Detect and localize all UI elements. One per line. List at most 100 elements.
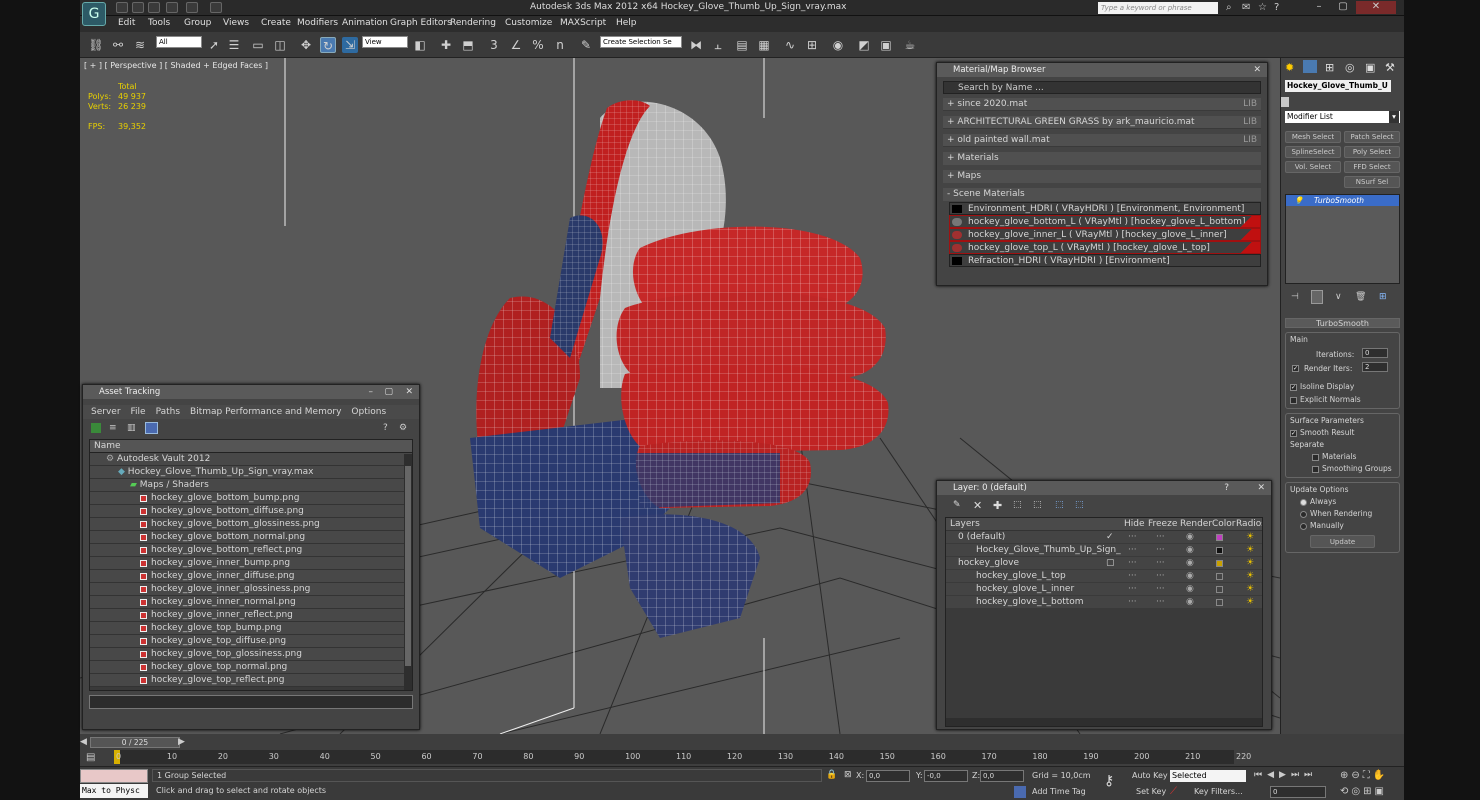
- minimize-button[interactable]: –: [1308, 1, 1330, 14]
- menu-help[interactable]: Help: [616, 18, 637, 28]
- favorites-icon[interactable]: ☆: [1258, 2, 1267, 13]
- project-folder-icon[interactable]: [210, 2, 222, 13]
- unlink-icon[interactable]: ⚯: [110, 37, 126, 53]
- app-logo-icon[interactable]: G: [82, 2, 106, 26]
- hide-toggle-icon[interactable]: ···: [1128, 557, 1137, 569]
- freeze-toggle-icon[interactable]: ···: [1156, 570, 1165, 582]
- render-toggle-icon[interactable]: ◉: [1186, 557, 1194, 569]
- configure-sets-icon[interactable]: ⊞: [1379, 292, 1387, 302]
- display-tab-icon[interactable]: ▣: [1365, 61, 1375, 74]
- map-file-row[interactable]: hockey_glove_bottom_diffuse.png: [90, 505, 412, 518]
- ribbon-icon[interactable]: ▦: [756, 37, 772, 53]
- schematic-view-icon[interactable]: ⊞: [804, 37, 820, 53]
- object-color-swatch[interactable]: [1281, 97, 1289, 107]
- track-bar-icon[interactable]: ▤: [86, 752, 95, 763]
- window-crossing-icon[interactable]: ◫: [272, 37, 288, 53]
- pin-stack-icon[interactable]: ⊣: [1291, 292, 1299, 302]
- poly-select-button[interactable]: Poly Select: [1344, 146, 1400, 158]
- radiosity-icon[interactable]: ☀: [1246, 557, 1254, 569]
- menu-rendering[interactable]: Rendering: [450, 18, 496, 28]
- map-file-row[interactable]: hockey_glove_bottom_glossiness.png: [90, 518, 412, 531]
- radiosity-icon[interactable]: ☀: [1246, 583, 1254, 595]
- vol-select-button[interactable]: Vol. Select: [1285, 161, 1341, 173]
- maxscript-listener-pink[interactable]: [80, 769, 148, 783]
- smooth-result-checkbox[interactable]: ✓: [1290, 429, 1297, 437]
- set-key-icon[interactable]: ⟋: [1170, 786, 1177, 797]
- spinner-snap-icon[interactable]: n: [552, 37, 568, 53]
- asset-menu-paths[interactable]: Paths: [156, 405, 180, 419]
- set-key-button[interactable]: Set Key: [1136, 787, 1166, 796]
- remove-modifier-icon[interactable]: 🗑: [1355, 292, 1366, 302]
- smoothing-groups-checkbox[interactable]: [1312, 465, 1319, 473]
- render-toggle-icon[interactable]: ◉: [1186, 596, 1194, 608]
- explicit-normals-checkbox[interactable]: [1290, 396, 1297, 404]
- isoline-row[interactable]: ✓ Isoline Display: [1290, 382, 1395, 391]
- viewport-orbit-icons[interactable]: ⟲◎⊞▣: [1340, 786, 1387, 797]
- asset-column-header[interactable]: Name: [90, 440, 412, 453]
- render-production-icon[interactable]: ☕: [902, 37, 918, 53]
- smooth-result-row[interactable]: ✓ Smooth Result: [1290, 428, 1395, 437]
- stack-item-turbosmooth[interactable]: 💡 TurboSmooth: [1286, 195, 1399, 206]
- selection-filter-dropdown[interactable]: All: [156, 36, 202, 48]
- add-to-layer-icon[interactable]: ✚: [993, 499, 1002, 512]
- layer-color-swatch[interactable]: [1216, 599, 1223, 606]
- freeze-toggle-icon[interactable]: ···: [1156, 557, 1165, 569]
- make-unique-icon[interactable]: ∨: [1335, 292, 1342, 302]
- maps-folder-row[interactable]: ▰ Maps / Shaders: [90, 479, 412, 492]
- time-slider-prev-icon[interactable]: ◀: [80, 737, 87, 747]
- smoothing-groups-row[interactable]: Smoothing Groups: [1290, 464, 1395, 473]
- scene-material-item[interactable]: Refraction_HDRI ( VRayHDRI ) [Environmen…: [949, 254, 1261, 267]
- key-selection-dropdown[interactable]: Selected: [1170, 770, 1246, 782]
- settings-icon[interactable]: ⚙: [399, 423, 407, 433]
- col-render[interactable]: Render: [1180, 518, 1212, 530]
- rendered-frame-window-icon[interactable]: ▣: [878, 37, 894, 53]
- col-color[interactable]: Color: [1212, 518, 1236, 530]
- asset-menu-bitmap[interactable]: Bitmap Performance and Memory: [190, 405, 341, 419]
- material-editor-icon[interactable]: ◉: [830, 37, 846, 53]
- select-in-layer-icon[interactable]: ⬚: [1013, 500, 1022, 510]
- mesh-select-button[interactable]: Mesh Select: [1285, 131, 1341, 143]
- move-icon[interactable]: ✥: [298, 37, 314, 53]
- layer-hscrollbar[interactable]: [946, 718, 1262, 726]
- viewport-label[interactable]: [ + ] [ Perspective ] [ Shaded + Edged F…: [84, 61, 268, 70]
- new-file-icon[interactable]: [116, 2, 128, 13]
- create-layer-icon[interactable]: ✎: [953, 500, 961, 510]
- snaps-toggle-icon[interactable]: 3: [486, 37, 502, 53]
- save-file-icon[interactable]: [148, 2, 160, 13]
- map-file-row[interactable]: hockey_glove_top_normal.png: [90, 661, 412, 674]
- when-rendering-radio[interactable]: [1300, 510, 1307, 518]
- pivot-center-icon[interactable]: ◧: [412, 37, 428, 53]
- add-time-tag[interactable]: Add Time Tag: [1032, 787, 1086, 796]
- radiosity-icon[interactable]: ☀: [1246, 570, 1254, 582]
- freeze-toggle-icon[interactable]: ···: [1156, 531, 1165, 543]
- menu-views[interactable]: Views: [223, 18, 249, 28]
- layer-help-button[interactable]: ?: [1224, 481, 1229, 495]
- rectangle-selection-icon[interactable]: ▭: [250, 37, 266, 53]
- scene-material-item[interactable]: hockey_glove_top_L ( VRayMtl ) [hockey_g…: [949, 241, 1261, 254]
- mirror-icon[interactable]: ⧓: [688, 37, 704, 53]
- menu-animation[interactable]: Animation: [342, 18, 388, 28]
- undo-icon[interactable]: [166, 2, 178, 13]
- render-toggle-icon[interactable]: ◉: [1186, 583, 1194, 595]
- map-file-row[interactable]: hockey_glove_top_glossiness.png: [90, 648, 412, 661]
- asset-minimize-button[interactable]: –: [369, 385, 374, 399]
- freeze-toggle-icon[interactable]: ···: [1156, 544, 1165, 556]
- current-frame-field[interactable]: 0: [1270, 786, 1326, 798]
- render-toggle-icon[interactable]: ◉: [1186, 570, 1194, 582]
- keyboard-shortcut-override-icon[interactable]: ⬒: [460, 37, 476, 53]
- render-iters-spinner[interactable]: 2: [1362, 362, 1388, 372]
- maps-group[interactable]: + Maps: [943, 170, 1261, 183]
- freeze-toggle-icon[interactable]: ···: [1156, 596, 1165, 608]
- col-hide[interactable]: Hide: [1124, 518, 1145, 530]
- map-file-row[interactable]: hockey_glove_bottom_normal.png: [90, 531, 412, 544]
- asset-menu-options[interactable]: Options: [351, 405, 386, 419]
- map-file-row[interactable]: hockey_glove_inner_reflect.png: [90, 609, 412, 622]
- hide-toggle-icon[interactable]: ···: [1128, 596, 1137, 608]
- when-rendering-row[interactable]: When Rendering: [1290, 509, 1395, 518]
- ffd-select-button[interactable]: FFD Select: [1344, 161, 1400, 173]
- col-freeze[interactable]: Freeze: [1148, 518, 1177, 530]
- modifier-stack[interactable]: 💡 TurboSmooth: [1285, 194, 1400, 284]
- key-filters-button[interactable]: Key Filters...: [1194, 787, 1243, 796]
- maxscript-listener-white[interactable]: Max to Physc: [80, 784, 148, 798]
- map-file-row[interactable]: hockey_glove_bottom_bump.png: [90, 492, 412, 505]
